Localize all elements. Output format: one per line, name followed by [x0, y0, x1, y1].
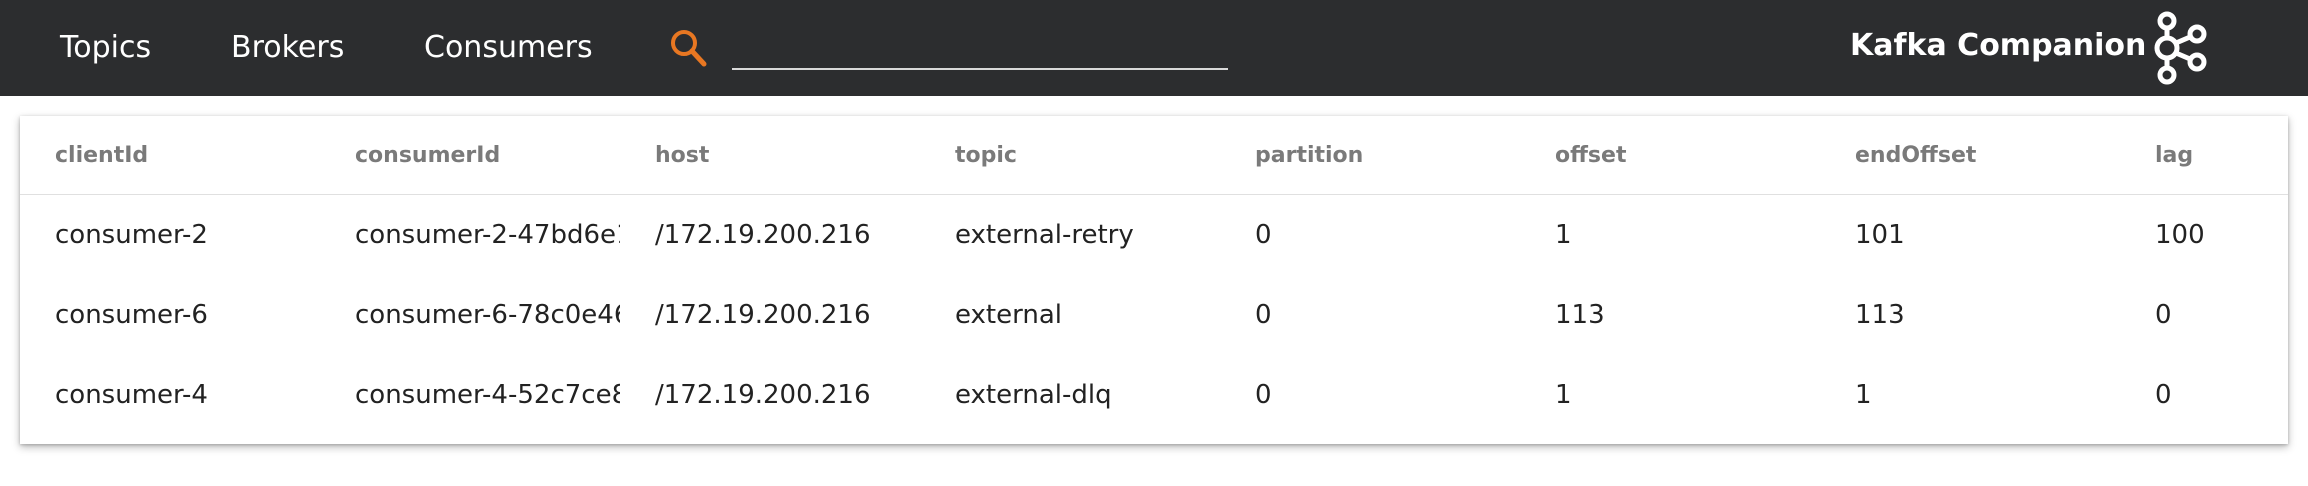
cell-consumerid: consumer-2-47bd6e1	[355, 220, 620, 250]
search-icon[interactable]	[668, 26, 708, 70]
cell-partition: 0	[1255, 380, 1272, 410]
kafka-logo-icon[interactable]	[2140, 10, 2216, 86]
cell-topic: external	[955, 300, 1062, 330]
cell-lag: 0	[2155, 380, 2172, 410]
nav-brokers[interactable]: Brokers	[231, 28, 344, 68]
cell-endoffset: 113	[1855, 300, 1905, 330]
cell-lag: 0	[2155, 300, 2172, 330]
app-title: Kafka Companion	[1850, 28, 2147, 63]
table-row[interactable]: consumer-4 consumer-4-52c7ce8 /172.19.20…	[20, 355, 2288, 435]
nav-topics[interactable]: Topics	[60, 28, 151, 68]
column-header-topic[interactable]: topic	[920, 116, 1220, 195]
table-header-row: clientId consumerId host topic partition…	[20, 116, 2288, 195]
search-input[interactable]	[732, 28, 1228, 70]
table-row[interactable]: consumer-2 consumer-2-47bd6e1 /172.19.20…	[20, 195, 2288, 276]
cell-offset: 113	[1555, 300, 1605, 330]
column-header-consumerid[interactable]: consumerId	[320, 116, 620, 195]
cell-lag: 100	[2155, 220, 2205, 250]
cell-host: /172.19.200.216	[655, 380, 871, 410]
cell-offset: 1	[1555, 380, 1572, 410]
cell-partition: 0	[1255, 220, 1272, 250]
consumers-table-card: clientId consumerId host topic partition…	[20, 116, 2288, 444]
cell-topic: external-dlq	[955, 380, 1112, 410]
cell-topic: external-retry	[955, 220, 1134, 250]
top-nav-bar: Topics Brokers Consumers Kafka Companion	[0, 0, 2308, 96]
column-header-lag[interactable]: lag	[2120, 116, 2288, 195]
cell-endoffset: 101	[1855, 220, 1905, 250]
cell-clientid: consumer-2	[55, 220, 208, 250]
column-header-partition[interactable]: partition	[1220, 116, 1520, 195]
consumers-table: clientId consumerId host topic partition…	[20, 116, 2288, 435]
column-header-endoffset[interactable]: endOffset	[1820, 116, 2120, 195]
cell-consumerid: consumer-4-52c7ce8	[355, 380, 620, 410]
nav-consumers[interactable]: Consumers	[424, 28, 593, 68]
cell-partition: 0	[1255, 300, 1272, 330]
cell-endoffset: 1	[1855, 380, 1872, 410]
cell-host: /172.19.200.216	[655, 300, 871, 330]
cell-clientid: consumer-4	[55, 380, 208, 410]
column-header-offset[interactable]: offset	[1520, 116, 1820, 195]
cell-offset: 1	[1555, 220, 1572, 250]
cell-host: /172.19.200.216	[655, 220, 871, 250]
column-header-host[interactable]: host	[620, 116, 920, 195]
cell-consumerid: consumer-6-78c0e46	[355, 300, 620, 330]
cell-clientid: consumer-6	[55, 300, 208, 330]
table-row[interactable]: consumer-6 consumer-6-78c0e46 /172.19.20…	[20, 275, 2288, 355]
column-header-clientid[interactable]: clientId	[20, 116, 320, 195]
